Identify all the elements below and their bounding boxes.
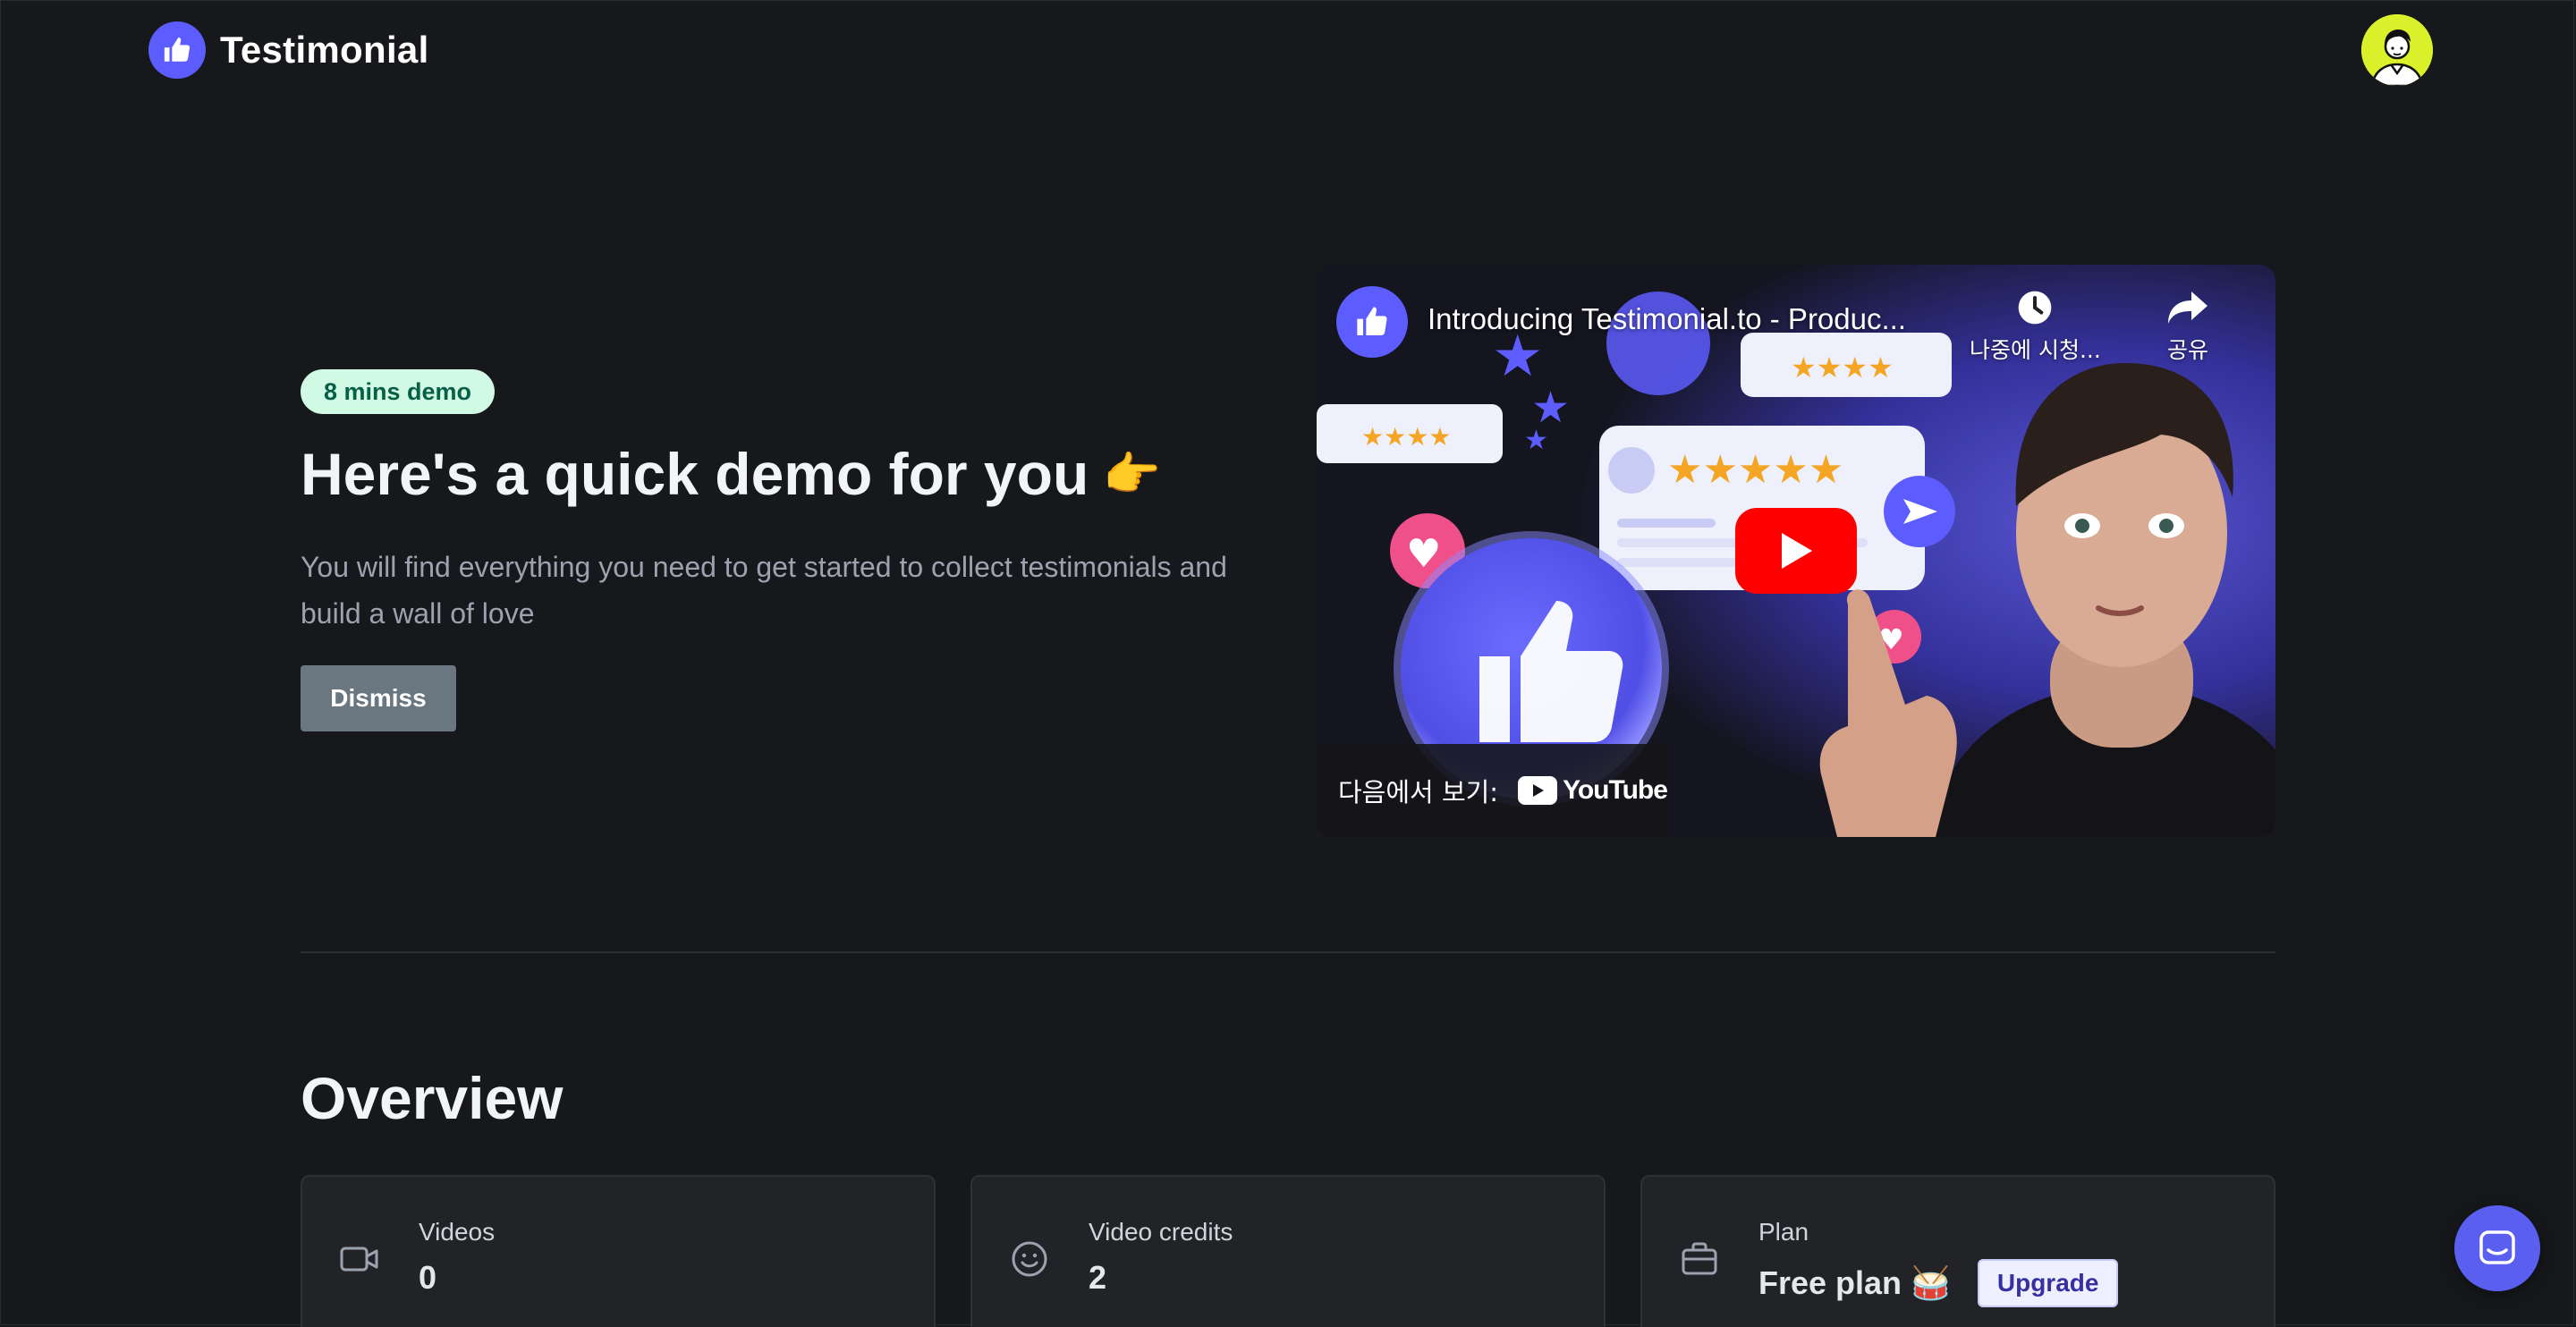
watch-later-label: 나중에 시청... <box>1970 337 2101 363</box>
thumbs-up-icon <box>1357 307 1387 335</box>
video-camera-icon <box>340 1239 379 1279</box>
videos-label: Videos <box>419 1218 496 1246</box>
svg-text:★: ★ <box>1524 425 1548 456</box>
play-button[interactable] <box>1735 508 1857 594</box>
hero-title-text: Here's a quick demo for you <box>301 441 1089 507</box>
share-arrow-icon <box>2168 292 2207 324</box>
video-credits-card: Video credits 2 <box>970 1175 1606 1327</box>
videos-value: 0 <box>419 1259 436 1297</box>
brand-logo[interactable]: Testimonial <box>148 21 429 79</box>
pointing-hand-emoji: 👉 <box>1103 448 1162 501</box>
plan-name: Free plan 🥁 <box>1758 1264 1951 1301</box>
svg-text:★★★★: ★★★★ <box>1791 351 1894 385</box>
videos-card: Videos 0 <box>301 1175 936 1327</box>
youtube-wordmark: YouTube <box>1563 775 1668 805</box>
demo-video-embed[interactable]: ★★★★ ★★★★★ ★★★★ ★ ★ ★ ♥ ♥ Introducing Te… <box>1317 265 2275 837</box>
upgrade-button[interactable]: Upgrade <box>1977 1259 2119 1307</box>
svg-text:★★★★: ★★★★ <box>1361 422 1451 452</box>
watch-later-button[interactable]: 나중에 시청... <box>1970 288 2101 365</box>
video-credits-count: 2 <box>1089 1259 1107 1296</box>
dismiss-button[interactable]: Dismiss <box>301 665 456 731</box>
overview-title: Overview <box>301 1065 564 1131</box>
watch-on-youtube-link[interactable]: 다음에서 보기: YouTube <box>1317 744 1668 837</box>
user-avatar[interactable] <box>2361 14 2433 86</box>
watch-on-label: 다음에서 보기: <box>1338 777 1499 807</box>
channel-avatar[interactable] <box>1336 286 1408 358</box>
smiley-icon <box>1010 1239 1049 1279</box>
plan-card: Plan Free plan 🥁 Upgrade <box>1640 1175 2275 1327</box>
demo-duration-badge: 8 mins demo <box>301 369 496 414</box>
briefcase-icon <box>1680 1239 1719 1279</box>
share-button[interactable]: 공유 <box>2166 288 2209 365</box>
chat-launcher-button[interactable] <box>2454 1205 2540 1291</box>
youtube-icon <box>1518 776 1558 805</box>
youtube-logo: YouTube <box>1518 775 1668 806</box>
hero-description: You will find everything you need to get… <box>301 551 1227 630</box>
plan-value: Free plan 🥁 Upgrade <box>1758 1259 2119 1307</box>
clock-icon <box>2019 291 2052 325</box>
section-divider <box>301 951 2275 953</box>
svg-text:★★★★★: ★★★★★ <box>1667 447 1843 493</box>
thumbs-up-icon <box>148 21 206 79</box>
share-label: 공유 <box>2166 337 2208 363</box>
plan-label: Plan <box>1758 1218 1809 1246</box>
hero-title: Here's a quick demo for you 👉 <box>301 440 1161 508</box>
video-credits-label: Video credits <box>1089 1218 1233 1246</box>
brand-name: Testimonial <box>220 29 429 71</box>
video-credits-value: 2 <box>1089 1259 1106 1297</box>
play-icon <box>1782 533 1812 569</box>
chat-icon <box>2479 1230 2515 1264</box>
videos-count: 0 <box>419 1259 437 1296</box>
video-title-link[interactable]: Introducing Testimonial.to - Produc... <box>1428 302 1906 336</box>
